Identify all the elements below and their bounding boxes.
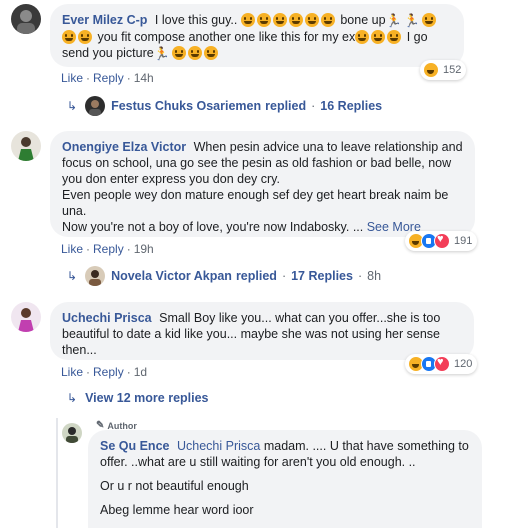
reply-text: Abeg lemme hear word ioor [100,503,254,517]
reply-arrow-icon: ↳ [67,99,78,113]
grinning-emoji-icon [256,13,271,27]
comment-author-name[interactable]: Uchechi Prisca [62,311,152,325]
like-button[interactable]: Like [61,365,83,379]
replies-time: 8h [367,269,382,283]
reply-button[interactable]: Reply [93,242,124,256]
comment-text: Now you're not a boy of love, you're now… [62,220,364,234]
like-button[interactable]: Like [61,242,83,256]
grinning-emoji-icon [240,13,255,27]
comment-bubble: Onengiye Elza Victor When pesin advice u… [50,131,475,237]
avatar [85,266,106,286]
grinning-emoji-icon [203,46,218,60]
reply-arrow-icon: ↳ [67,391,78,405]
avatar[interactable] [11,131,41,161]
reply-button[interactable]: Reply [93,365,124,379]
view-more-replies[interactable]: ↳ View 12 more replies [67,391,209,405]
reaction-summary[interactable]: 152 [420,60,467,80]
replied-label: replied [235,269,277,283]
comment-text: Even people wey don mature enough sef de… [62,188,449,218]
author-badge-label: Author [107,420,137,431]
replies-summary[interactable]: ↳ Festus Chuks Osariemen replied · 16 Re… [67,96,382,116]
comment-time[interactable]: 19h [134,242,154,256]
reaction-count: 152 [443,64,462,76]
comment-text: bone up [340,13,386,27]
thread-line [56,418,58,528]
love-reaction-icon [434,233,450,249]
like-button[interactable]: Like [61,71,83,85]
comment-actions: Like · Reply · 19h [61,242,154,256]
replier-name: Festus Chuks Osariemen [111,99,262,113]
comment-bubble: Ever Milez C-p I love this guy.. bone up… [50,4,464,67]
haha-reaction-icon [423,62,439,78]
runner-emoji-icon: 🏃 [403,13,420,28]
avatar[interactable] [11,302,41,332]
comment-actions: Like · Reply · 14h [61,71,154,85]
grinning-emoji-icon [387,30,402,44]
grinning-emoji-icon [304,13,319,27]
avatar[interactable] [11,4,41,34]
comment-time[interactable]: 1d [134,365,147,379]
grinning-emoji-icon [187,46,202,60]
comment-author-name[interactable]: Onengiye Elza Victor [62,140,186,154]
grinning-emoji-icon [421,13,436,27]
comment-text: you fit compose another one like this fo… [97,30,356,44]
love-reaction-icon [434,356,450,372]
runner-emoji-icon: 🏃 [385,13,402,28]
grinning-emoji-icon [320,13,335,27]
comment-time[interactable]: 14h [134,71,154,85]
comment-author-name[interactable]: Ever Milez C-p [62,13,147,27]
mention-link[interactable]: Uchechi Prisca [177,439,260,453]
reply-button[interactable]: Reply [93,71,124,85]
reaction-summary[interactable]: 191 [405,231,478,251]
reply-bubble: Se Qu Ence Uchechi Prisca madam. .... U … [88,430,482,528]
reply-arrow-icon: ↳ [67,269,78,283]
runner-emoji-icon: 🏃 [153,46,170,61]
replies-summary[interactable]: ↳ Novela Victor Akpan replied · 17 Repli… [67,266,381,286]
grinning-emoji-icon [288,13,303,27]
grinning-emoji-icon [355,30,370,44]
replied-label: replied [265,99,307,113]
grinning-emoji-icon [62,30,76,44]
reaction-summary[interactable]: 120 [405,354,478,374]
comment-actions: Like · Reply · 1d [61,365,148,379]
comment-text: I love this guy.. [154,13,238,27]
reply-text: Or u r not beautiful enough [100,479,249,493]
grinning-emoji-icon [272,13,287,27]
view-more-replies-label[interactable]: View 12 more replies [85,391,208,405]
replies-count: 17 Replies [291,269,353,283]
avatar [85,96,106,116]
grinning-emoji-icon [171,46,186,60]
reaction-count: 191 [454,235,473,247]
grinning-emoji-icon [78,30,92,44]
comment-bubble: Uchechi Prisca Small Boy like you... wha… [50,302,474,360]
replies-count: 16 Replies [320,99,383,113]
grinning-emoji-icon [371,30,386,44]
replier-name: Novela Victor Akpan [111,269,232,283]
avatar[interactable] [62,423,82,443]
reaction-count: 120 [454,358,473,370]
reply-author-name[interactable]: Se Qu Ence [100,439,169,453]
